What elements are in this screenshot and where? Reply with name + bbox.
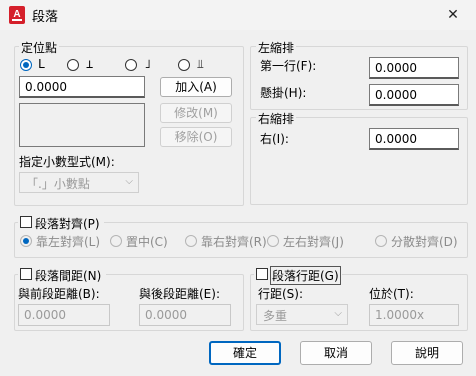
space-before-label: 與前段距離(B): <box>18 287 100 301</box>
first-line-input[interactable]: 0.0000 <box>369 57 459 79</box>
spacing-type-label: 行距(S): <box>258 287 304 301</box>
align-justify-label: 左右對齊(J) <box>283 235 344 249</box>
ok-button[interactable]: 確定 <box>209 341 281 365</box>
right-label: 右(I): <box>260 132 289 146</box>
align-left-radio[interactable] <box>20 235 32 247</box>
tab-left-glyph: L <box>38 57 46 71</box>
modify-button[interactable]: 修改(M) <box>160 103 232 123</box>
space-before-input[interactable]: 0.0000 <box>18 304 110 326</box>
remove-button[interactable]: 移除(O) <box>160 127 232 147</box>
hanging-input[interactable]: 0.0000 <box>369 84 459 106</box>
cancel-button[interactable]: 取消 <box>300 341 372 365</box>
decimal-style-label: 指定小數型式(M): <box>19 155 115 169</box>
decimal-style-select[interactable]: 「.」小數點 ⌵ <box>19 172 139 193</box>
right-input[interactable]: 0.0000 <box>369 128 459 150</box>
align-center-radio[interactable] <box>110 235 122 247</box>
tab-stop-list[interactable] <box>19 103 145 147</box>
paragraph-alignment-label: 段落對齊(P) <box>35 217 100 231</box>
align-justify-radio[interactable] <box>267 235 279 247</box>
tab-right-glyph: ˩ <box>144 57 152 71</box>
add-button[interactable]: 加入(A) <box>160 77 232 97</box>
right-indent-title: 右縮排 <box>256 110 297 127</box>
spacing-at-input[interactable]: 1.0000x <box>369 304 459 326</box>
tab-center-glyph: ⊥ <box>86 57 94 71</box>
align-distribute-label: 分散對齊(D) <box>391 235 458 249</box>
hanging-label: 懸掛(H): <box>260 86 307 100</box>
spacing-at-label: 位於(T): <box>369 287 414 301</box>
tab-position-title: 定位點 <box>19 39 60 56</box>
autocad-app-icon: A <box>9 6 25 24</box>
tab-value-input[interactable]: 0.0000 <box>19 76 145 98</box>
help-button[interactable]: 說明 <box>391 341 463 365</box>
line-spacing-checkbox[interactable] <box>256 268 268 280</box>
space-after-label: 與後段距離(E): <box>139 287 220 301</box>
align-left-label: 靠左對齊(L) <box>36 235 101 249</box>
tab-decimal-glyph: ⫫ <box>197 57 204 71</box>
left-indent-title: 左縮排 <box>256 39 297 56</box>
chevron-down-icon: ⌵ <box>125 176 133 187</box>
line-spacing-label: 段落行距(G) <box>270 266 341 285</box>
tab-center-radio[interactable] <box>67 59 79 71</box>
align-distribute-radio[interactable] <box>375 235 387 247</box>
paragraph-spacing-checkbox[interactable] <box>20 268 32 280</box>
first-line-label: 第一行(F): <box>260 59 317 73</box>
chevron-down-icon: ⌵ <box>334 308 342 319</box>
paragraph-spacing-label: 段落間距(N) <box>35 269 102 283</box>
close-icon[interactable]: ✕ <box>430 0 476 30</box>
align-right-radio[interactable] <box>185 235 197 247</box>
title-bar <box>0 0 476 30</box>
paragraph-alignment-checkbox[interactable] <box>20 216 32 228</box>
space-after-input[interactable]: 0.0000 <box>139 304 231 326</box>
tab-left-radio[interactable] <box>20 59 32 71</box>
svg-text:A: A <box>13 9 20 20</box>
decimal-style-value: 「.」小數點 <box>26 177 90 191</box>
align-right-label: 靠右對齊(R) <box>201 235 267 249</box>
tab-right-radio[interactable] <box>125 59 137 71</box>
align-center-label: 置中(C) <box>126 235 168 249</box>
tab-decimal-radio[interactable] <box>178 59 190 71</box>
window-title: 段落 <box>32 10 59 25</box>
spacing-type-value: 多重 <box>263 309 288 323</box>
spacing-type-select[interactable]: 多重 ⌵ <box>256 304 348 325</box>
